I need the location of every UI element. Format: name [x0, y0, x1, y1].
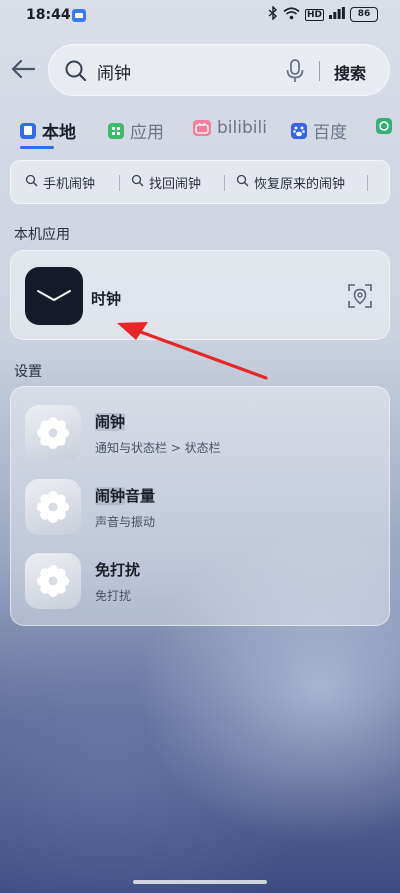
title-rest: 免打扰	[95, 561, 141, 579]
suggestion-bar: 手机闹钟 找回闹钟 恢复原来的闹钟	[10, 160, 390, 204]
status-icons: HD 86	[268, 5, 378, 23]
hd-badge: HD	[304, 8, 324, 21]
tab-more[interactable]	[376, 118, 392, 134]
gear-icon	[25, 553, 81, 609]
app-name[interactable]: 时钟	[91, 288, 121, 309]
setting-item[interactable]: 闹钟 通知与状态栏 > 状态栏	[11, 397, 391, 471]
clock-icon[interactable]	[25, 267, 83, 325]
bluetooth-icon	[268, 5, 278, 23]
status-bar: 18:44 HD 86	[0, 0, 400, 30]
tab-baidu-label: 百度	[313, 123, 347, 143]
search-button[interactable]: 搜索	[334, 60, 366, 84]
notification-app-icon	[72, 9, 86, 22]
title-highlight: 闹钟	[95, 487, 126, 505]
chip-divider	[224, 175, 225, 191]
suggestion-chip[interactable]: 手机闹钟	[25, 173, 95, 192]
setting-subtitle: 免打扰	[95, 589, 132, 603]
home-indicator[interactable]	[133, 880, 267, 884]
setting-title: 闹钟	[95, 411, 126, 432]
app-result-card[interactable]: 时钟	[10, 250, 390, 340]
tab-apps[interactable]: 应用	[108, 118, 164, 143]
status-time: 18:44	[26, 7, 71, 23]
tab-bilibili[interactable]: bilibili	[193, 118, 267, 138]
active-tab-indicator	[20, 146, 54, 149]
settings-results-card: 闹钟 通知与状态栏 > 状态栏 闹钟音量 声音与振动 免打扰 免打扰	[10, 386, 390, 626]
search-header: 闹钟 搜索	[0, 42, 400, 98]
title-rest: 音量	[125, 487, 156, 505]
setting-title: 闹钟音量	[95, 485, 155, 506]
search-icon	[25, 174, 38, 191]
settings-section-title: 设置	[14, 364, 42, 380]
more-source-icon	[376, 118, 392, 134]
bilibili-icon	[193, 120, 211, 136]
search-input[interactable]: 闹钟 搜索	[48, 44, 390, 96]
wifi-icon	[283, 6, 300, 23]
locate-app-icon[interactable]	[347, 283, 373, 309]
chip-divider	[367, 175, 368, 191]
setting-subtitle: 声音与振动	[95, 515, 156, 529]
tab-baidu[interactable]: 百度	[291, 118, 347, 143]
search-query[interactable]: 闹钟	[97, 59, 131, 84]
microphone-icon[interactable]	[285, 58, 305, 84]
setting-item[interactable]: 闹钟音量 声音与振动	[11, 471, 391, 545]
setting-title: 免打扰	[95, 559, 140, 580]
baidu-paw-icon	[291, 122, 307, 139]
local-apps-section-title: 本机应用	[14, 227, 70, 243]
tab-apps-label: 应用	[130, 123, 164, 143]
suggestion-chip[interactable]: 找回闹钟	[131, 173, 201, 192]
suggestion-label: 找回闹钟	[149, 177, 202, 192]
apps-grid-icon	[108, 122, 124, 139]
signal-icon	[329, 7, 345, 22]
suggestion-chip[interactable]: 恢复原来的闹钟	[236, 173, 345, 192]
suggestion-label: 手机闹钟	[43, 177, 96, 192]
chip-divider	[119, 175, 120, 191]
search-icon	[63, 58, 89, 84]
setting-subtitle: 通知与状态栏 > 状态栏	[95, 441, 221, 455]
gear-icon	[25, 479, 81, 535]
phone-icon	[20, 122, 36, 139]
search-icon	[236, 174, 249, 191]
suggestion-label: 恢复原来的闹钟	[254, 177, 346, 192]
setting-item[interactable]: 免打扰 免打扰	[11, 545, 391, 619]
tab-local[interactable]: 本地	[20, 118, 76, 143]
tab-local-label: 本地	[42, 123, 76, 143]
search-icon	[131, 174, 144, 191]
title-highlight: 闹钟	[95, 413, 126, 431]
battery-indicator: 86	[350, 7, 378, 22]
back-arrow-icon[interactable]	[8, 54, 38, 84]
source-tabs: 本地 应用 bilibili 百度	[0, 112, 400, 152]
gear-icon	[25, 405, 81, 461]
tab-bilibili-label: bilibili	[217, 118, 267, 138]
search-divider	[319, 61, 320, 81]
